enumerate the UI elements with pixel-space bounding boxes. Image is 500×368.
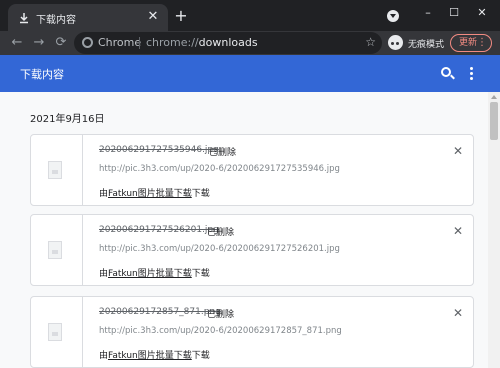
scrollbar[interactable] <box>488 92 500 368</box>
update-label: 更新 <box>459 38 478 48</box>
downloaded-by: 由Fatkun图片批量下载下载 <box>99 266 210 279</box>
chrome-icon <box>82 37 93 48</box>
page-title: 下载内容 <box>20 68 64 81</box>
file-name: 20200629172752620​1.jpg <box>99 225 219 235</box>
more-actions-icon[interactable] <box>470 67 473 80</box>
file-icon-column <box>31 135 83 205</box>
tab-title: 下载内容 <box>36 15 76 26</box>
deleted-status: 已删除 <box>207 228 235 238</box>
maximize-button[interactable]: ☐ <box>444 5 464 21</box>
file-icon <box>48 323 62 341</box>
remove-item-close-icon[interactable]: ✕ <box>453 224 463 238</box>
reload-button[interactable]: ⟳ <box>52 34 70 52</box>
remove-item-close-icon[interactable]: ✕ <box>453 144 463 158</box>
forward-button[interactable]: → <box>30 34 48 52</box>
downloads-header: 下载内容 <box>0 55 500 92</box>
download-item: 20200629172752620​1.jpg 已删除 http://pic.3… <box>30 214 474 286</box>
scroll-thumb[interactable] <box>490 102 498 140</box>
file-name: 20200629172857_871.png <box>99 307 221 317</box>
download-icon <box>20 13 28 24</box>
tab-downloads[interactable]: 下载内容 ✕ <box>8 4 168 31</box>
extension-link[interactable]: Fatkun图片批量下载 <box>108 189 192 199</box>
bookmark-star-icon[interactable]: ☆ <box>365 35 376 49</box>
source-url[interactable]: http://pic.3h3.com/up/2020-6/20200629172… <box>99 326 342 336</box>
url-scheme: chrome:// <box>146 36 199 49</box>
tab-strip: 下载内容 ✕ + – ☐ ✕ <box>0 0 500 31</box>
by-prefix: 由 <box>99 269 109 279</box>
by-suffix: 下载 <box>191 189 210 199</box>
download-item: 202006291727535946.jpg 已删除 http://pic.3h… <box>30 134 474 206</box>
more-menu-icon: ⋮ <box>477 37 487 48</box>
incognito-icon[interactable] <box>388 35 403 50</box>
source-url[interactable]: http://pic.3h3.com/up/2020-6/20200629172… <box>99 244 340 254</box>
back-button[interactable]: ← <box>8 34 26 52</box>
file-icon-column <box>31 215 83 285</box>
omnibox-url[interactable]: chrome://downloads <box>146 36 258 49</box>
search-icon[interactable] <box>441 67 451 77</box>
by-suffix: 下载 <box>191 269 210 279</box>
omnibox[interactable]: Chrome chrome://downloads ☆ <box>74 32 382 54</box>
new-tab-button[interactable]: + <box>173 8 189 24</box>
scroll-up-arrow-icon[interactable] <box>491 95 497 99</box>
extension-link[interactable]: Fatkun图片批量下载 <box>108 351 192 361</box>
file-name: 202006291727535946.jpg <box>99 145 219 155</box>
remove-item-close-icon[interactable]: ✕ <box>453 306 463 320</box>
file-icon <box>48 241 62 259</box>
tab-search-icon[interactable] <box>387 10 399 22</box>
download-item: 20200629172857_871.png 已删除 http://pic.3h… <box>30 296 474 368</box>
extension-link[interactable]: Fatkun图片批量下载 <box>108 269 192 279</box>
by-suffix: 下载 <box>191 351 210 361</box>
url-host: downloads <box>198 36 258 49</box>
by-prefix: 由 <box>99 189 109 199</box>
downloaded-by: 由Fatkun图片批量下载下载 <box>99 348 210 361</box>
toolbar: ← → ⟳ Chrome chrome://downloads ☆ 无痕模式 更… <box>0 31 500 55</box>
incognito-label[interactable]: 无痕模式 <box>408 37 444 50</box>
tab-close-icon[interactable]: ✕ <box>146 10 160 24</box>
deleted-status: 已删除 <box>209 148 237 158</box>
downloads-list: 2021年9月16日 202006291727535946.jpg 已删除 ht… <box>0 92 500 368</box>
by-prefix: 由 <box>99 351 109 361</box>
window-close-button[interactable]: ✕ <box>472 5 492 21</box>
downloaded-by: 由Fatkun图片批量下载下载 <box>99 186 210 199</box>
source-url[interactable]: http://pic.3h3.com/up/2020-6/20200629172… <box>99 164 340 174</box>
omnibox-divider <box>139 37 140 49</box>
update-button[interactable]: 更新 ⋮ <box>450 34 492 52</box>
minimize-button[interactable]: – <box>418 5 438 21</box>
omnibox-site-label: Chrome <box>98 36 142 49</box>
file-icon-column <box>31 297 83 367</box>
deleted-status: 已删除 <box>207 310 235 320</box>
file-icon <box>48 161 62 179</box>
date-heading: 2021年9月16日 <box>30 114 105 125</box>
